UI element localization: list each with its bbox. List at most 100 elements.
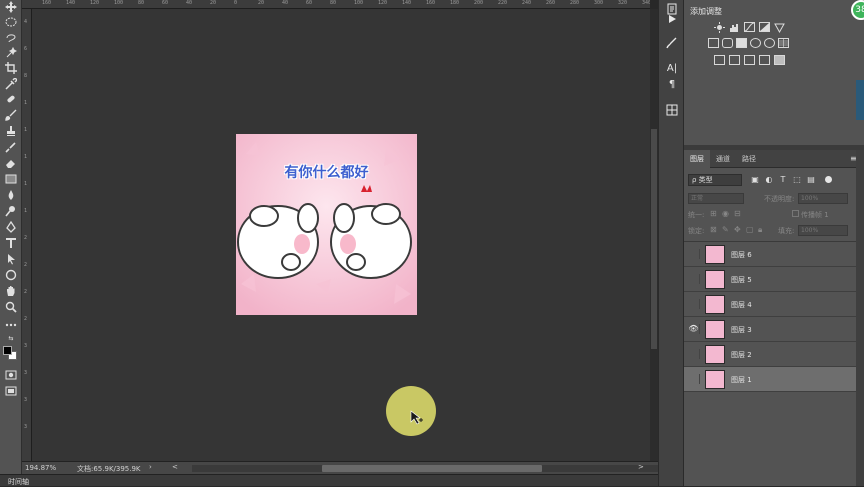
tab-channels[interactable]: 通道 — [710, 150, 736, 168]
layer-name: 图层 1 — [731, 376, 752, 384]
eye-icon[interactable]: 👁︎ — [688, 324, 700, 334]
ruler-tick-label: 3 — [24, 397, 28, 403]
layer-filter-select[interactable]: ρ 类型 — [688, 174, 742, 186]
photo-filter-icon[interactable] — [750, 38, 761, 48]
styles-icon[interactable] — [665, 103, 679, 116]
visibility-toggle[interactable] — [688, 274, 700, 284]
brush-settings-icon[interactable] — [665, 36, 679, 49]
zoom-tool-icon[interactable] — [3, 300, 19, 314]
history-brush-tool-icon[interactable] — [3, 140, 19, 154]
blend-mode-select[interactable]: 正常 — [688, 193, 744, 204]
pixel-filter-icon[interactable]: ▣ — [750, 175, 760, 185]
marquee-tool-icon[interactable] — [3, 15, 19, 29]
ruler-tick-label: 180 — [450, 0, 460, 6]
more-tools-icon[interactable] — [3, 318, 19, 332]
document-canvas[interactable]: 有你什么都好 — [236, 134, 417, 315]
eyedropper-tool-icon[interactable] — [3, 77, 19, 91]
layer-row[interactable]: 👁︎ 图层 3 — [684, 317, 856, 342]
paragraph-icon[interactable]: ¶ — [665, 78, 679, 91]
status-menu-arrow-icon[interactable]: › — [149, 463, 152, 471]
visibility-toggle[interactable] — [688, 249, 700, 259]
dodge-tool-icon[interactable] — [3, 204, 19, 218]
unify-style-icon[interactable]: ⊟ — [734, 209, 741, 218]
black-white-icon[interactable] — [736, 38, 747, 48]
color-balance-icon[interactable] — [722, 38, 733, 48]
crop-tool-icon[interactable] — [3, 61, 19, 75]
horizontal-scroll-thumb[interactable] — [322, 465, 542, 472]
visibility-toggle[interactable] — [688, 299, 700, 309]
foreground-color-swatch[interactable] — [3, 346, 12, 355]
smart-object-filter-icon[interactable]: ▤ — [806, 175, 816, 185]
fill-input[interactable]: 100% — [798, 225, 848, 236]
visibility-toggle[interactable] — [688, 374, 700, 384]
levels-icon[interactable] — [729, 22, 740, 32]
lock-pixels-icon[interactable]: ✎ — [722, 225, 729, 234]
pen-tool-icon[interactable] — [3, 220, 19, 234]
artwork-caption: 有你什么都好 — [284, 165, 369, 181]
layer-thumbnail — [705, 295, 725, 314]
channel-mixer-icon[interactable] — [764, 38, 775, 48]
posterize-icon[interactable] — [729, 55, 740, 65]
play-icon[interactable] — [665, 12, 679, 25]
eraser-tool-icon[interactable] — [3, 156, 19, 170]
move-tool-icon[interactable] — [3, 0, 19, 14]
propagate-checkbox[interactable] — [792, 210, 799, 217]
gradient-tool-icon[interactable] — [3, 172, 19, 186]
lock-position-icon[interactable]: ✥ — [734, 225, 741, 234]
clone-stamp-tool-icon[interactable] — [3, 124, 19, 138]
filter-toggle-icon[interactable] — [825, 176, 832, 183]
type-filter-icon[interactable]: T — [778, 175, 788, 185]
swap-colors-icon[interactable]: ⇆ — [3, 334, 19, 342]
layer-row[interactable]: 图层 5 — [684, 267, 856, 292]
quick-mask-icon[interactable] — [3, 368, 19, 382]
layer-row[interactable]: 图层 6 — [684, 242, 856, 267]
blur-tool-icon[interactable] — [3, 188, 19, 202]
character-icon[interactable]: A| — [665, 62, 679, 75]
hand-tool-icon[interactable] — [3, 284, 19, 298]
layer-row[interactable]: 图层 4 — [684, 292, 856, 317]
brightness-icon[interactable] — [714, 22, 725, 33]
ruler-tick-label: 2 — [24, 316, 28, 322]
invert-icon[interactable] — [714, 55, 725, 65]
shape-filter-icon[interactable]: ⬚ — [792, 175, 802, 185]
adjustment-filter-icon[interactable]: ◐ — [764, 175, 774, 185]
vertical-scroll-thumb[interactable] — [651, 129, 657, 349]
notification-badge[interactable]: 38 — [851, 0, 864, 20]
threshold-icon[interactable] — [744, 55, 755, 65]
tab-layers[interactable]: 图层 — [684, 150, 710, 168]
layers-scrollbar[interactable] — [856, 150, 864, 486]
layer-row[interactable]: 图层 2 — [684, 342, 856, 367]
ruler-tick-label: 340 — [642, 0, 650, 6]
lock-transparent-icon[interactable]: ⊠ — [710, 225, 717, 234]
ruler-tick-label: 40 — [282, 0, 289, 6]
type-tool-icon[interactable] — [3, 236, 19, 250]
brush-tool-icon[interactable] — [3, 108, 19, 122]
lock-artboard-icon[interactable]: ▢ — [746, 225, 754, 234]
tab-paths[interactable]: 路径 — [736, 150, 762, 168]
curves-icon[interactable] — [744, 22, 755, 32]
vibrance-icon[interactable] — [774, 22, 785, 34]
visibility-toggle[interactable] — [688, 349, 700, 359]
timeline-panel-tab[interactable]: 时间轴 — [0, 474, 658, 486]
color-lookup-icon[interactable] — [778, 38, 789, 48]
exposure-icon[interactable] — [759, 22, 770, 32]
scroll-right-button[interactable]: > — [638, 463, 644, 471]
healing-brush-tool-icon[interactable] — [3, 92, 19, 106]
layer-row[interactable]: 图层 1 — [684, 367, 856, 392]
canvas-horizontal-scrollbar[interactable] — [192, 465, 660, 472]
shape-tool-icon[interactable] — [3, 268, 19, 282]
scroll-left-button[interactable]: < — [172, 463, 178, 471]
opacity-input[interactable]: 100% — [798, 193, 848, 204]
quick-select-tool-icon[interactable] — [3, 46, 19, 60]
screen-mode-icon[interactable] — [3, 384, 19, 398]
lock-all-icon[interactable]: 🔒︎ — [758, 225, 762, 235]
canvas-vertical-scrollbar[interactable] — [650, 9, 658, 461]
path-select-tool-icon[interactable] — [3, 252, 19, 266]
selective-color-icon[interactable] — [774, 55, 785, 65]
lasso-tool-icon[interactable] — [3, 31, 19, 45]
gradient-map-icon[interactable] — [759, 55, 770, 65]
hue-saturation-icon[interactable] — [708, 38, 719, 48]
unify-visibility-icon[interactable]: ◉ — [722, 209, 729, 218]
zoom-level[interactable]: 194.87% — [25, 464, 56, 472]
unify-position-icon[interactable]: ⊞ — [710, 209, 717, 218]
